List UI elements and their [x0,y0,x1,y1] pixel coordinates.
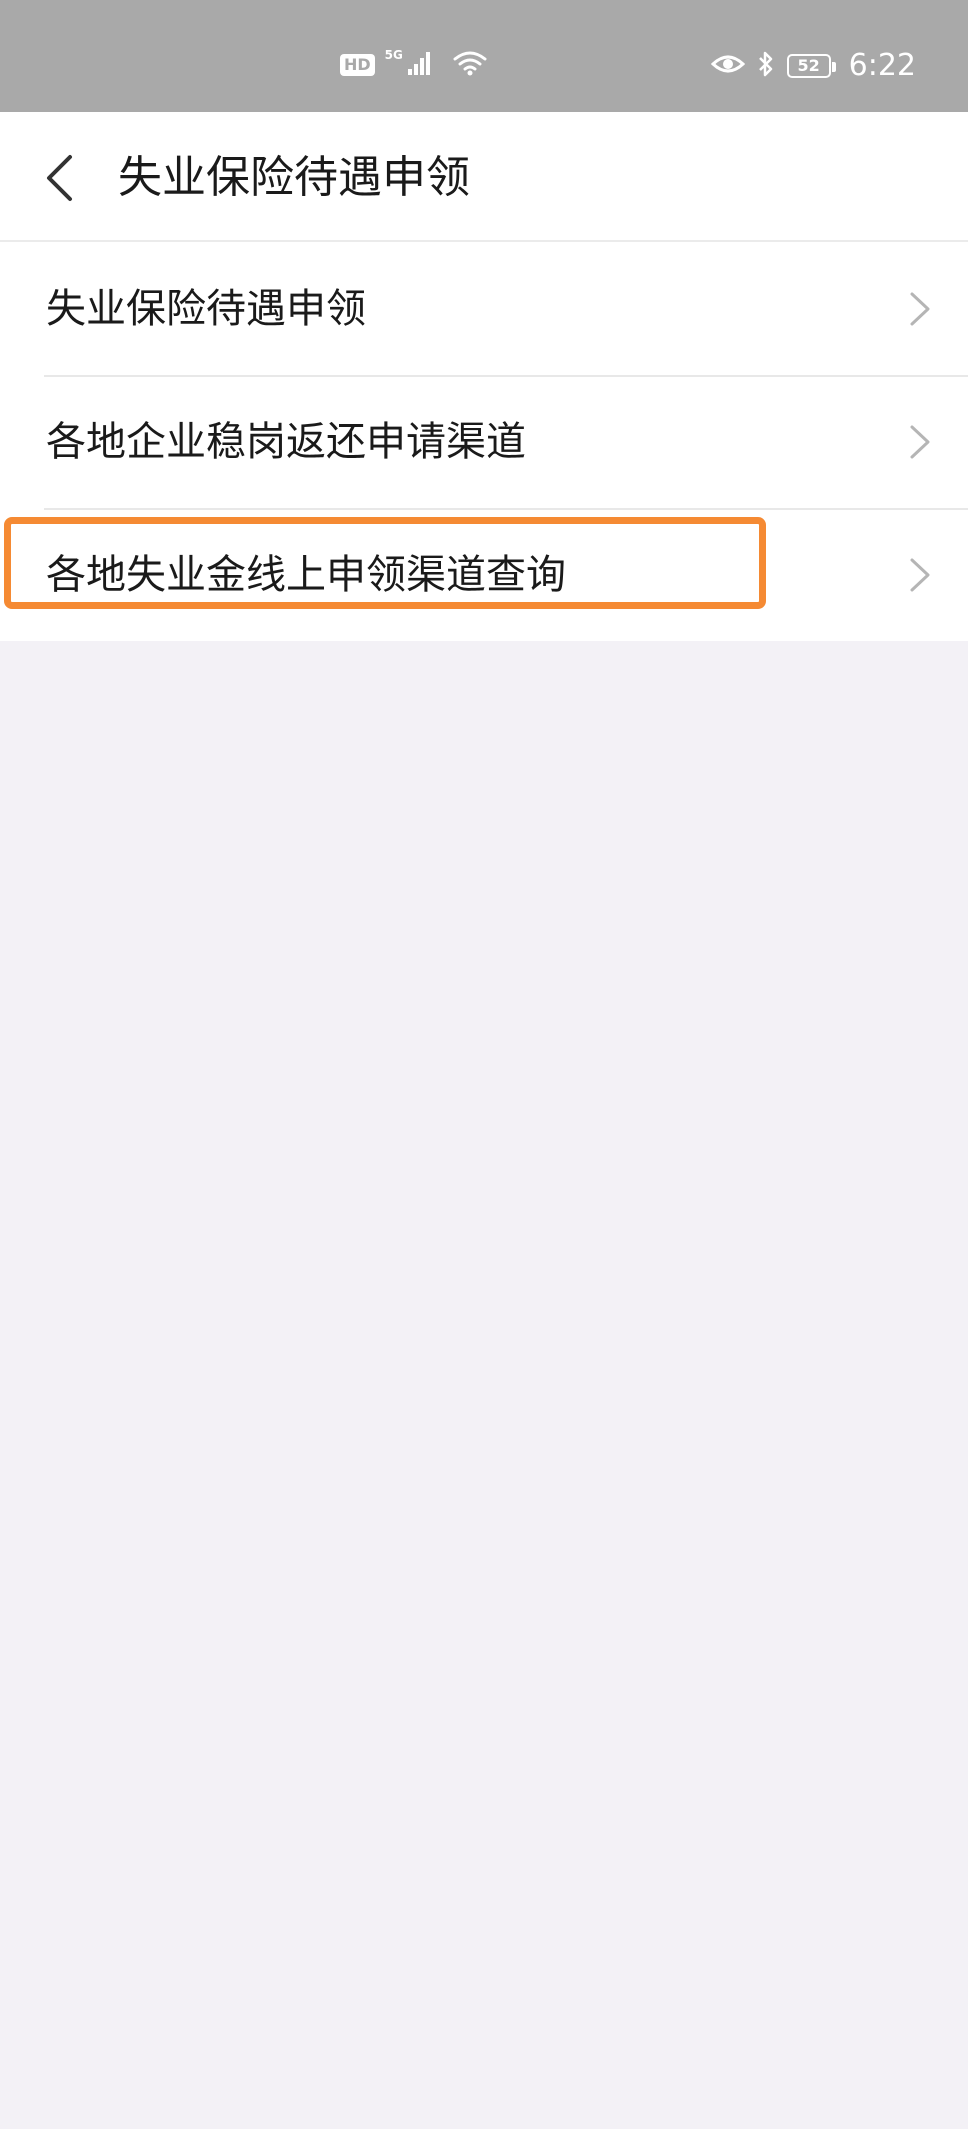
status-network-group: HD 5G [340,48,487,80]
menu-item-benefit-claim[interactable]: 失业保险待遇申领 [0,242,968,375]
battery-icon: 52 [786,53,836,78]
chevron-right-icon [910,558,930,591]
page-title: 失业保险待遇申领 [118,152,470,203]
hd-icon: HD [340,54,375,76]
menu-item-online-claim-channels[interactable]: 各地失业金线上申领渠道查询 [0,508,968,641]
menu-item-label: 各地企业稳岗返还申请渠道 [46,418,526,465]
wifi-icon [453,50,487,80]
menu-item-label: 失业保险待遇申领 [46,285,366,332]
app-header: 失业保险待遇申领 [0,112,968,242]
battery-level: 52 [797,56,820,75]
status-time: 6:22 [848,48,916,83]
eye-icon [710,52,745,80]
back-button[interactable] [34,148,84,208]
chevron-right-icon [910,425,930,458]
chevron-left-icon [47,155,72,201]
chevron-right-icon [910,292,930,325]
status-system-group: 52 6:22 [710,48,916,83]
menu-list: 失业保险待遇申领 各地企业稳岗返还申请渠道 各地失业金线上申领渠道查询 [0,242,968,641]
network-type-label: 5G [384,48,403,62]
bluetooth-icon [757,50,775,82]
menu-item-label: 各地失业金线上申领渠道查询 [46,551,566,598]
status-bar: HD 5G 52 6:22 [0,0,968,112]
signal-icon [407,50,433,80]
menu-item-job-stabilization-refund[interactable]: 各地企业稳岗返还申请渠道 [0,375,968,508]
